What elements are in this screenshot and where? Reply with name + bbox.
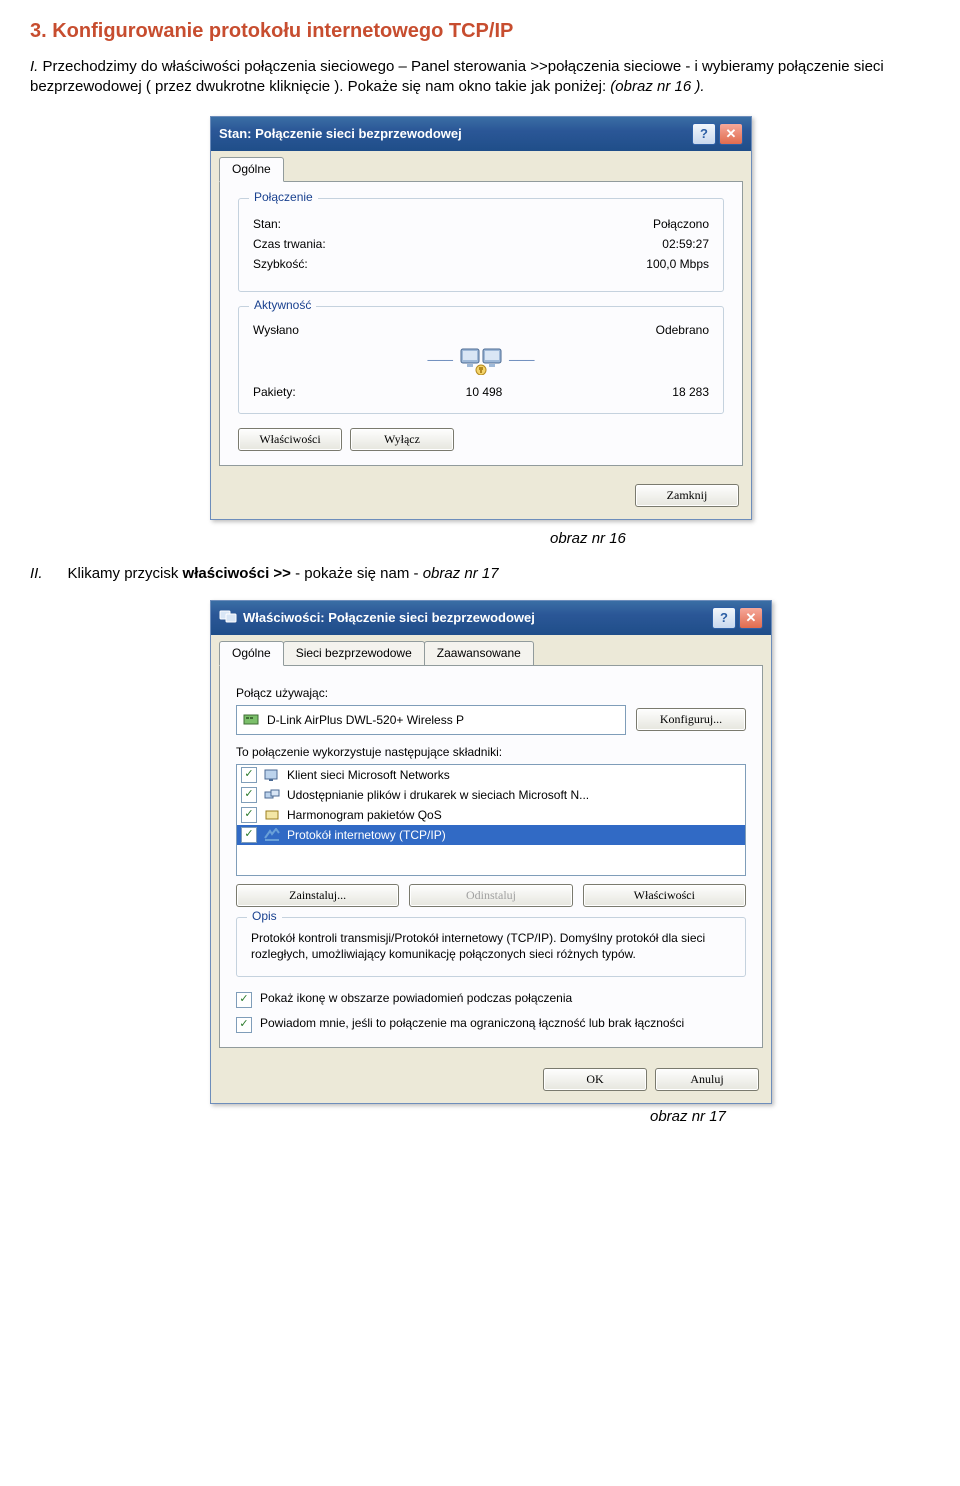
paragraph-2: II. Klikamy przycisk właściwości >> - po… [30, 565, 930, 582]
components-listbox[interactable]: ✓ Klient sieci Microsoft Networks ✓ Udostęp… [236, 764, 746, 876]
share-icon [263, 787, 281, 803]
stat-value: Połączono [653, 217, 709, 231]
sent-label: Wysłano [253, 323, 403, 337]
section-heading: 3. Konfigurowanie protokołu internetoweg… [30, 20, 930, 43]
help-button[interactable]: ? [692, 123, 716, 145]
list-item[interactable]: ✓ Klient sieci Microsoft Networks [237, 765, 745, 785]
para2-t2: - pokaże się nam - [295, 565, 423, 582]
packets-label: Pakiety: [253, 385, 296, 399]
para1-text: Przechodzimy do właściwości połączenia s… [30, 58, 884, 95]
speed-label: Szybkość: [253, 257, 308, 271]
recv-label: Odebrano [559, 323, 709, 337]
device-name: D-Link AirPlus DWL-520+ Wireless P [267, 713, 464, 727]
tab-strip: Ogólne [211, 151, 751, 181]
ok-button[interactable]: OK [543, 1068, 647, 1091]
show-icon-label: Pokaż ikonę w obszarze powiadomień podcz… [260, 991, 572, 1005]
component-checkbox[interactable]: ✓ [241, 827, 257, 843]
monitors-icon [459, 343, 503, 377]
qos-icon [263, 807, 281, 823]
dialog-title-2: Właściwości: Połączenie sieci bezprzewod… [243, 610, 535, 625]
titlebar-2: Właściwości: Połączenie sieci bezprzewod… [211, 601, 771, 635]
group-connection: Połączenie Stan: Połączono Czas trwania:… [238, 198, 724, 292]
components-label: To połączenie wykorzystuje następujące s… [236, 745, 746, 759]
connect-using-label: Połącz używając: [236, 686, 746, 700]
speed-value: 100,0 Mbps [646, 257, 709, 271]
para2-t1: Klikamy przycisk [68, 565, 183, 582]
component-checkbox[interactable]: ✓ [241, 767, 257, 783]
titlebar: Stan: Połączenie sieci bezprzewodowej ? … [211, 117, 751, 151]
tab-general[interactable]: Ogólne [219, 157, 284, 182]
notify-limited-checkbox[interactable]: ✓ [236, 1017, 252, 1033]
list-item[interactable]: ✓ Udostępnianie plików i drukarek w sieci… [237, 785, 745, 805]
notify-limited-label: Powiadom mnie, jeśli to połączenie ma og… [260, 1016, 684, 1030]
close-x-button[interactable]: ✕ [719, 123, 743, 145]
tab-panel-2: Połącz używając: D-Link AirPlus DWL-520+… [219, 665, 763, 1048]
component-checkbox[interactable]: ✓ [241, 807, 257, 823]
component-properties-button[interactable]: Właściwości [583, 884, 746, 907]
tab-general-2[interactable]: Ogólne [219, 641, 284, 666]
uninstall-button[interactable]: Odinstaluj [409, 884, 572, 907]
component-name: Protokół internetowy (TCP/IP) [287, 828, 446, 842]
close-x-button-2[interactable]: ✕ [739, 607, 763, 629]
caption-17: obraz nr 17 [650, 1108, 930, 1125]
tab-strip-2: Ogólne Sieci bezprzewodowe Zaawansowane [211, 635, 771, 665]
help-button-2[interactable]: ? [712, 607, 736, 629]
status-dialog: Stan: Połączenie sieci bezprzewodowej ? … [210, 116, 752, 520]
configure-button[interactable]: Konfiguruj... [636, 708, 746, 731]
dialog-title: Stan: Połączenie sieci bezprzewodowej [219, 126, 462, 141]
duration-value: 02:59:27 [662, 237, 709, 251]
tab-wireless[interactable]: Sieci bezprzewodowe [283, 641, 425, 665]
para2-btn: właściwości >> [183, 565, 291, 582]
show-icon-checkbox[interactable]: ✓ [236, 992, 252, 1008]
list-item[interactable]: ✓ Protokół internetowy (TCP/IP) [237, 825, 745, 845]
list-item[interactable]: ✓ Harmonogram pakietów QoS [237, 805, 745, 825]
group-activity: Aktywność Wysłano Odebrano ─── [238, 306, 724, 414]
group-connection-title: Połączenie [249, 190, 318, 204]
component-name: Harmonogram pakietów QoS [287, 808, 442, 822]
connection-icon [219, 608, 237, 627]
stat-label: Stan: [253, 217, 281, 231]
component-name: Klient sieci Microsoft Networks [287, 768, 450, 782]
group-activity-title: Aktywność [249, 298, 316, 312]
group-description: Opis Protokół kontroli transmisji/Protok… [236, 917, 746, 977]
disable-button[interactable]: Wyłącz [350, 428, 454, 451]
paragraph-1: I. Przechodzimy do właściwości połączeni… [30, 57, 930, 98]
caption-16: obraz nr 16 [550, 530, 930, 547]
duration-label: Czas trwania: [253, 237, 326, 251]
activity-diagram: ─── ─── [253, 343, 709, 377]
properties-dialog: Właściwości: Połączenie sieci bezprzewod… [210, 600, 772, 1104]
cancel-button[interactable]: Anuluj [655, 1068, 759, 1091]
desc-text: Protokół kontroli transmisji/Protokół in… [251, 930, 731, 962]
component-name: Udostępnianie plików i drukarek w siecia… [287, 788, 589, 802]
roman-2: II. [30, 565, 43, 582]
nic-icon [243, 712, 261, 728]
component-checkbox[interactable]: ✓ [241, 787, 257, 803]
packets-sent: 10 498 [466, 385, 503, 399]
properties-button[interactable]: Właściwości [238, 428, 342, 451]
packets-recv: 18 283 [672, 385, 709, 399]
proto-icon [263, 827, 281, 843]
para1-em: (obraz nr 16 ). [610, 78, 704, 95]
desc-title: Opis [247, 909, 282, 923]
tab-advanced[interactable]: Zaawansowane [424, 641, 534, 665]
client-icon [263, 767, 281, 783]
install-button[interactable]: Zainstaluj... [236, 884, 399, 907]
close-button[interactable]: Zamknij [635, 484, 739, 507]
para2-em: obraz nr 17 [423, 565, 499, 582]
device-field: D-Link AirPlus DWL-520+ Wireless P [236, 705, 626, 735]
tab-panel: Połączenie Stan: Połączono Czas trwania:… [219, 181, 743, 466]
